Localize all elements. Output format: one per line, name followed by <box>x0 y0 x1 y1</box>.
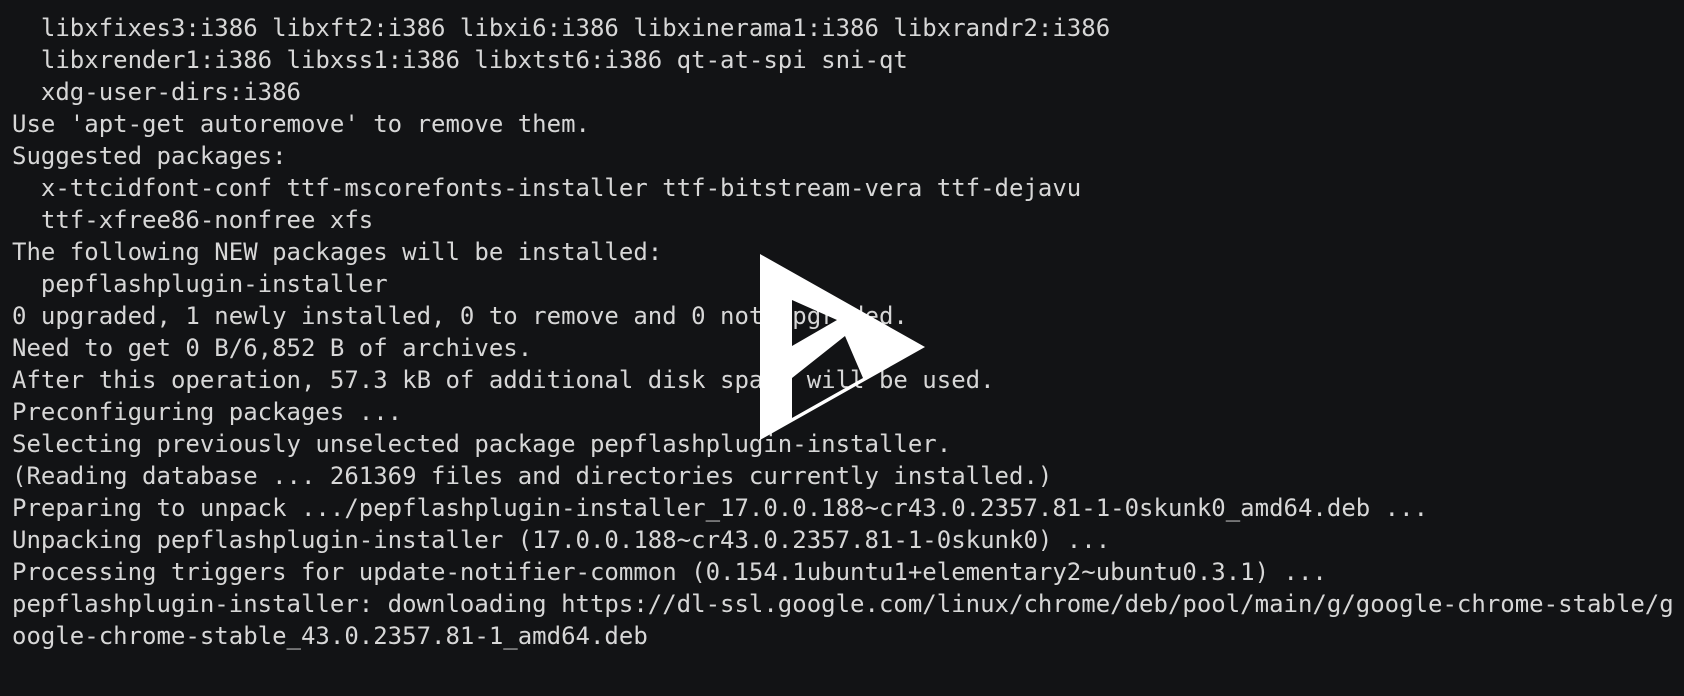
terminal-line: Use 'apt-get autoremove' to remove them. <box>12 110 590 138</box>
asciinema-play-icon[interactable] <box>755 250 930 445</box>
terminal-line: Unpacking pepflashplugin-installer (17.0… <box>12 526 1111 554</box>
terminal-line: Processing triggers for update-notifier-… <box>12 558 1327 586</box>
terminal-line: libxfixes3:i386 libxft2:i386 libxi6:i386… <box>12 14 1111 42</box>
terminal-line: xdg-user-dirs:i386 <box>12 78 301 106</box>
terminal-line: pepflashplugin-installer: downloading ht… <box>12 590 1674 618</box>
terminal-line: Preparing to unpack .../pepflashplugin-i… <box>12 494 1429 522</box>
terminal-line: oogle-chrome-stable_43.0.2357.81-1_amd64… <box>12 622 648 650</box>
terminal-window: libxfixes3:i386 libxft2:i386 libxi6:i386… <box>0 0 1684 696</box>
terminal-line: Suggested packages: <box>12 142 287 170</box>
terminal-line: libxrender1:i386 libxss1:i386 libxtst6:i… <box>12 46 908 74</box>
terminal-line: ttf-xfree86-nonfree xfs <box>12 206 374 234</box>
terminal-line: x-ttcidfont-conf ttf-mscorefonts-install… <box>12 174 1082 202</box>
terminal-line: (Reading database ... 261369 files and d… <box>12 462 1053 490</box>
